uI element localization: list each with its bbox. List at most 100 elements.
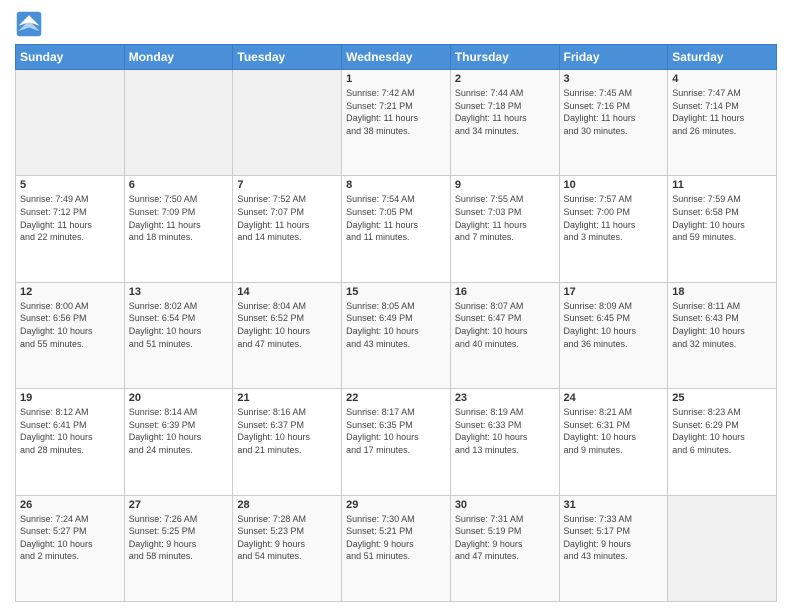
day-number: 21 [237, 392, 337, 404]
day-number: 17 [564, 286, 664, 298]
calendar-cell: 30Sunrise: 7:31 AMSunset: 5:19 PMDayligh… [450, 495, 559, 601]
day-info: Sunrise: 7:42 AMSunset: 7:21 PMDaylight:… [346, 87, 446, 137]
day-info: Sunrise: 7:59 AMSunset: 6:58 PMDaylight:… [672, 193, 772, 243]
calendar-cell: 10 Sunrise: 7:57 AMSunset: 7:00 PMDayligh… [559, 176, 668, 282]
day-info: Sunrise: 8:11 AMSunset: 6:43 PMDaylight:… [672, 300, 772, 350]
week-row-4: 19 Sunrise: 8:12 AMSunset: 6:41 PMDayligh… [16, 389, 777, 495]
calendar-cell: 29Sunrise: 7:30 AMSunset: 5:21 PMDayligh… [342, 495, 451, 601]
calendar-cell: 24Sunrise: 8:21 AMSunset: 6:31 PMDayligh… [559, 389, 668, 495]
calendar-cell [124, 70, 233, 176]
weekday-row: SundayMondayTuesdayWednesdayThursdayFrid… [16, 45, 777, 70]
day-number: 18 [672, 286, 772, 298]
calendar-cell: 5Sunrise: 7:49 AMSunset: 7:12 PMDaylight… [16, 176, 125, 282]
day-number: 16 [455, 286, 555, 298]
day-info: Sunrise: 8:14 AMSunset: 6:39 PMDaylight:… [129, 406, 229, 456]
week-row-3: 12 Sunrise: 8:00 AMSunset: 6:56 PMDayligh… [16, 282, 777, 388]
day-number: 5 [20, 179, 120, 191]
calendar-cell: 18 Sunrise: 8:11 AMSunset: 6:43 PMDayligh… [668, 282, 777, 388]
calendar-cell: 11 Sunrise: 7:59 AMSunset: 6:58 PMDayligh… [668, 176, 777, 282]
day-info: Sunrise: 8:16 AMSunset: 6:37 PMDaylight:… [237, 406, 337, 456]
calendar-cell: 7 Sunrise: 7:52 AMSunset: 7:07 PMDaylight… [233, 176, 342, 282]
day-number: 12 [20, 286, 120, 298]
day-info: Sunrise: 8:04 AMSunset: 6:52 PMDaylight:… [237, 300, 337, 350]
weekday-header-wednesday: Wednesday [342, 45, 451, 70]
day-number: 13 [129, 286, 229, 298]
calendar-cell: 25 Sunrise: 8:23 AMSunset: 6:29 PMDayligh… [668, 389, 777, 495]
day-info: Sunrise: 8:23 AMSunset: 6:29 PMDaylight:… [672, 406, 772, 456]
day-number: 3 [564, 73, 664, 85]
day-info: Sunrise: 7:54 AMSunset: 7:05 PMDaylight:… [346, 193, 446, 243]
page: SundayMondayTuesdayWednesdayThursdayFrid… [0, 0, 792, 612]
day-info: Sunrise: 7:44 AMSunset: 7:18 PMDaylight:… [455, 87, 555, 137]
calendar-cell: 27 Sunrise: 7:26 AMSunset: 5:25 PMDayligh… [124, 495, 233, 601]
calendar-cell: 21 Sunrise: 8:16 AMSunset: 6:37 PMDayligh… [233, 389, 342, 495]
week-row-1: 1 Sunrise: 7:42 AMSunset: 7:21 PMDaylight… [16, 70, 777, 176]
day-info: Sunrise: 7:57 AMSunset: 7:00 PMDaylight:… [564, 193, 664, 243]
day-number: 6 [129, 179, 229, 191]
calendar-cell: 26Sunrise: 7:24 AMSunset: 5:27 PMDayligh… [16, 495, 125, 601]
day-info: Sunrise: 7:28 AMSunset: 5:23 PMDaylight:… [237, 513, 337, 563]
day-number: 11 [672, 179, 772, 191]
day-number: 31 [564, 499, 664, 511]
day-number: 7 [237, 179, 337, 191]
logo [15, 10, 47, 38]
day-number: 1 [346, 73, 446, 85]
day-number: 28 [237, 499, 337, 511]
day-number: 14 [237, 286, 337, 298]
day-number: 25 [672, 392, 772, 404]
day-number: 20 [129, 392, 229, 404]
calendar-cell: 23 Sunrise: 8:19 AMSunset: 6:33 PMDayligh… [450, 389, 559, 495]
calendar-cell: 8 Sunrise: 7:54 AMSunset: 7:05 PMDaylight… [342, 176, 451, 282]
day-info: Sunrise: 7:55 AMSunset: 7:03 PMDaylight:… [455, 193, 555, 243]
day-info: Sunrise: 8:09 AMSunset: 6:45 PMDaylight:… [564, 300, 664, 350]
weekday-header-thursday: Thursday [450, 45, 559, 70]
calendar-cell: 2 Sunrise: 7:44 AMSunset: 7:18 PMDaylight… [450, 70, 559, 176]
weekday-header-sunday: Sunday [16, 45, 125, 70]
calendar-cell: 22 Sunrise: 8:17 AMSunset: 6:35 PMDayligh… [342, 389, 451, 495]
day-number: 2 [455, 73, 555, 85]
day-number: 19 [20, 392, 120, 404]
day-info: Sunrise: 8:07 AMSunset: 6:47 PMDaylight:… [455, 300, 555, 350]
day-number: 4 [672, 73, 772, 85]
calendar-cell [16, 70, 125, 176]
day-info: Sunrise: 7:45 AMSunset: 7:16 PMDaylight:… [564, 87, 664, 137]
logo-icon [15, 10, 43, 38]
calendar-cell: 19 Sunrise: 8:12 AMSunset: 6:41 PMDayligh… [16, 389, 125, 495]
calendar-cell: 4 Sunrise: 7:47 AMSunset: 7:14 PMDaylight… [668, 70, 777, 176]
day-info: Sunrise: 8:17 AMSunset: 6:35 PMDaylight:… [346, 406, 446, 456]
day-info: Sunrise: 8:12 AMSunset: 6:41 PMDaylight:… [20, 406, 120, 456]
day-info: Sunrise: 7:52 AMSunset: 7:07 PMDaylight:… [237, 193, 337, 243]
calendar-cell [668, 495, 777, 601]
week-row-2: 5Sunrise: 7:49 AMSunset: 7:12 PMDaylight… [16, 176, 777, 282]
day-number: 24 [564, 392, 664, 404]
day-info: Sunrise: 8:02 AMSunset: 6:54 PMDaylight:… [129, 300, 229, 350]
day-number: 10 [564, 179, 664, 191]
weekday-header-tuesday: Tuesday [233, 45, 342, 70]
weekday-header-friday: Friday [559, 45, 668, 70]
day-info: Sunrise: 8:05 AMSunset: 6:49 PMDaylight:… [346, 300, 446, 350]
calendar-cell: 16 Sunrise: 8:07 AMSunset: 6:47 PMDayligh… [450, 282, 559, 388]
calendar-cell: 1 Sunrise: 7:42 AMSunset: 7:21 PMDaylight… [342, 70, 451, 176]
day-info: Sunrise: 8:00 AMSunset: 6:56 PMDaylight:… [20, 300, 120, 350]
day-info: Sunrise: 7:30 AMSunset: 5:21 PMDaylight:… [346, 513, 446, 563]
calendar-cell: 13 Sunrise: 8:02 AMSunset: 6:54 PMDayligh… [124, 282, 233, 388]
calendar-cell: 20 Sunrise: 8:14 AMSunset: 6:39 PMDayligh… [124, 389, 233, 495]
calendar-cell: 6Sunrise: 7:50 AMSunset: 7:09 PMDaylight… [124, 176, 233, 282]
day-info: Sunrise: 7:47 AMSunset: 7:14 PMDaylight:… [672, 87, 772, 137]
day-info: Sunrise: 7:26 AMSunset: 5:25 PMDaylight:… [129, 513, 229, 563]
day-number: 27 [129, 499, 229, 511]
day-info: Sunrise: 7:33 AMSunset: 5:17 PMDaylight:… [564, 513, 664, 563]
day-number: 22 [346, 392, 446, 404]
day-number: 23 [455, 392, 555, 404]
calendar-cell: 17 Sunrise: 8:09 AMSunset: 6:45 PMDayligh… [559, 282, 668, 388]
day-number: 15 [346, 286, 446, 298]
calendar-cell: 14 Sunrise: 8:04 AMSunset: 6:52 PMDayligh… [233, 282, 342, 388]
calendar-cell: 15 Sunrise: 8:05 AMSunset: 6:49 PMDayligh… [342, 282, 451, 388]
day-info: Sunrise: 8:19 AMSunset: 6:33 PMDaylight:… [455, 406, 555, 456]
day-number: 9 [455, 179, 555, 191]
day-number: 8 [346, 179, 446, 191]
weekday-header-monday: Monday [124, 45, 233, 70]
day-number: 30 [455, 499, 555, 511]
header [15, 10, 777, 38]
calendar-cell: 3 Sunrise: 7:45 AMSunset: 7:16 PMDaylight… [559, 70, 668, 176]
